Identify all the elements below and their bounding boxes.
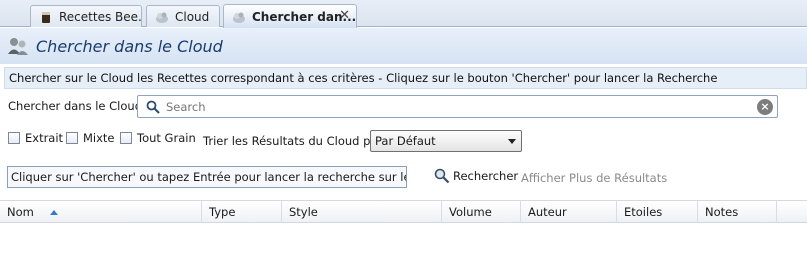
- column-label: Volume: [449, 205, 492, 219]
- close-tab-icon[interactable]: ✕: [339, 8, 350, 23]
- filter-label: Extrait: [25, 131, 64, 145]
- column-label: Nom: [7, 205, 34, 219]
- search-label: Chercher dans le Cloud: [8, 99, 142, 113]
- sort-select[interactable]: Par Défaut: [370, 130, 522, 152]
- magnifier-icon: [434, 168, 450, 184]
- tab-bar: Recettes Bee... Cloud Chercher dan... ✕: [0, 0, 807, 28]
- column-label: Etoiles: [624, 205, 663, 219]
- sort-label: Trier les Résultats du Cloud par: [203, 134, 383, 148]
- column-label: Notes: [705, 205, 739, 219]
- tab-cloud[interactable]: Cloud: [146, 5, 220, 27]
- filter-extrait[interactable]: Extrait: [8, 130, 63, 146]
- info-banner: Chercher sur le Cloud les Recettes corre…: [4, 67, 807, 89]
- filter-tout-grain[interactable]: Tout Grain: [120, 130, 196, 146]
- page-header: Chercher dans le Cloud: [0, 28, 807, 64]
- tab-chercher-dans-le-cloud[interactable]: Chercher dan... ✕: [223, 4, 357, 28]
- column-header-volume[interactable]: Volume: [442, 201, 521, 223]
- column-header-auteur[interactable]: Auteur: [521, 201, 617, 223]
- tab-label: Cloud: [175, 9, 210, 24]
- search-button-label: Rechercher: [453, 169, 519, 183]
- cloud-search-icon: [156, 12, 168, 23]
- column-header-type[interactable]: Type: [202, 201, 282, 223]
- search-box[interactable]: ×: [137, 95, 778, 118]
- search-button[interactable]: Rechercher: [434, 168, 518, 184]
- filter-mixte[interactable]: Mixte: [66, 130, 115, 146]
- chevron-down-icon: [508, 139, 516, 144]
- sort-selected-value: Par Défaut: [375, 134, 436, 148]
- column-header-notes[interactable]: Notes: [698, 201, 777, 223]
- mixte-checkbox[interactable]: [66, 132, 78, 144]
- column-header-style[interactable]: Style: [282, 201, 442, 223]
- column-header-etoiles[interactable]: Etoiles: [617, 201, 698, 223]
- column-label: Auteur: [528, 205, 567, 219]
- tab-label: Recettes Bee...: [59, 9, 142, 24]
- tab-recettes-beer[interactable]: Recettes Bee...: [30, 5, 142, 27]
- column-label: Style: [289, 205, 318, 219]
- column-header-nom[interactable]: Nom: [0, 201, 202, 223]
- tout-grain-checkbox[interactable]: [120, 132, 132, 144]
- search-icon: [146, 100, 160, 114]
- search-input[interactable]: [166, 98, 746, 115]
- clear-search-icon[interactable]: ×: [757, 99, 773, 115]
- sort-ascending-icon: [50, 210, 58, 215]
- filter-label: Tout Grain: [137, 131, 196, 145]
- cloud-search-icon: [233, 12, 245, 23]
- results-grid-header: Nom Type Style Volume Auteur Etoiles Not…: [0, 200, 807, 223]
- status-message: Cliquer sur 'Chercher' ou tapez Entrée p…: [7, 166, 407, 188]
- column-label: Type: [209, 205, 236, 219]
- beer-glass-icon: [42, 11, 50, 23]
- extrait-checkbox[interactable]: [8, 132, 20, 144]
- page-title: Chercher dans le Cloud: [36, 36, 223, 56]
- filter-label: Mixte: [83, 131, 115, 145]
- users-cloud-icon: [8, 38, 28, 55]
- show-more-results-button[interactable]: Afficher Plus de Résultats: [521, 171, 667, 185]
